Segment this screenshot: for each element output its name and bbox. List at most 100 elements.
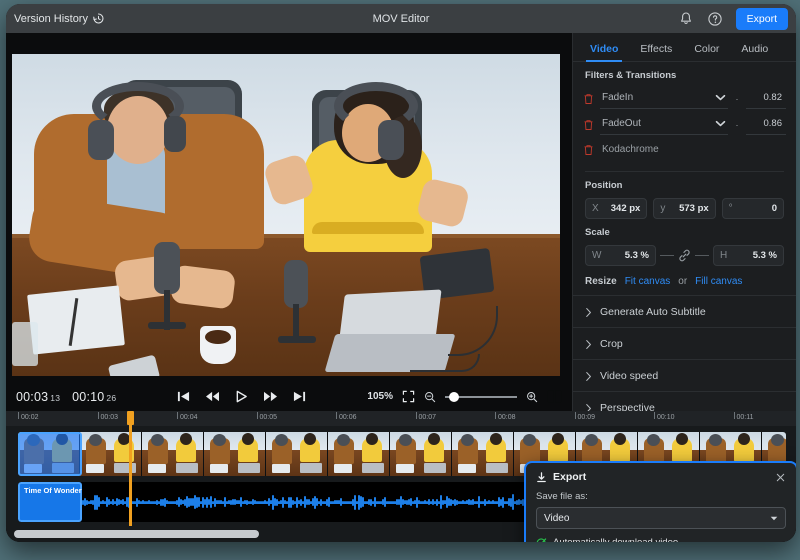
- rotation-value: 0: [737, 203, 777, 214]
- video-clip-selection[interactable]: [18, 432, 82, 476]
- export-format-select[interactable]: Video: [536, 507, 786, 529]
- accordion-label: Crop: [600, 338, 623, 350]
- filter-name: FadeIn: [602, 92, 715, 103]
- timeline-scrollbar-thumb[interactable]: [14, 530, 259, 538]
- scale-height-value: 5.3 %: [731, 250, 777, 261]
- ruler-tick: 00:06: [336, 411, 357, 426]
- transport-bar: 00:0313 00:1026: [6, 382, 572, 411]
- fill-canvas-link[interactable]: Fill canvas: [695, 276, 742, 287]
- video-preview[interactable]: [12, 54, 560, 376]
- trash-icon[interactable]: [583, 93, 594, 105]
- current-time-value: 00:03: [16, 390, 48, 404]
- rewind-icon[interactable]: [205, 390, 220, 403]
- skip-to-end-icon[interactable]: [292, 390, 307, 403]
- filter-row: FadeIn · 0.82: [573, 85, 796, 111]
- resize-row: Resize Fit canvas or Fill canvas: [573, 266, 796, 287]
- split-view-icon[interactable]: [547, 389, 562, 404]
- resize-or-label: or: [678, 276, 687, 287]
- accordion-crop[interactable]: Crop: [573, 327, 796, 359]
- total-time: 00:1026: [72, 390, 116, 404]
- save-file-as-label: Save file as:: [526, 487, 796, 502]
- fast-forward-icon[interactable]: [263, 390, 278, 403]
- checkmark-circle-icon: [536, 537, 547, 542]
- auto-download-label: Automatically download video: [553, 537, 678, 542]
- version-history-label: Version History: [14, 13, 88, 25]
- play-icon[interactable]: [234, 390, 249, 403]
- properties-panel: Video Effects Color Audio Filters & Tran…: [572, 33, 796, 411]
- accordion-generate-auto-subtitle[interactable]: Generate Auto Subtitle: [573, 295, 796, 327]
- ruler-tick: 00:07: [416, 411, 437, 426]
- trash-icon[interactable]: [583, 144, 594, 156]
- fullscreen-icon[interactable]: [402, 390, 415, 403]
- scale-width-label: W: [592, 250, 601, 261]
- chevron-right-icon: [585, 307, 592, 318]
- filter-name: FadeOut: [602, 118, 715, 129]
- scale-height-label: H: [720, 250, 727, 261]
- position-y-field[interactable]: y 573 px: [653, 198, 715, 219]
- transport-right-controls: 105%: [367, 389, 562, 404]
- ruler-tick: 00:10: [654, 411, 675, 426]
- scale-section-title: Scale: [573, 219, 796, 242]
- timeline-ruler[interactable]: 00:0200:0300:0400:0500:0600:0700:0800:09…: [6, 411, 796, 426]
- version-history-button[interactable]: Version History: [14, 12, 105, 25]
- ruler-tick: 00:05: [257, 411, 278, 426]
- ruler-tick: 00:09: [575, 411, 596, 426]
- filter-name: Kodachrome: [600, 140, 786, 160]
- skip-to-start-icon[interactable]: [176, 390, 191, 403]
- bell-icon[interactable]: [678, 11, 694, 27]
- export-dialog-title: Export: [553, 471, 769, 483]
- ruler-tick: 00:04: [177, 411, 198, 426]
- filter-select[interactable]: FadeIn: [600, 88, 728, 109]
- current-time-frames: 13: [50, 393, 60, 403]
- scale-width-field[interactable]: W 5.3 %: [585, 245, 656, 266]
- total-time-frames: 26: [106, 393, 116, 403]
- close-icon[interactable]: [775, 472, 786, 483]
- tab-audio[interactable]: Audio: [730, 39, 779, 61]
- thumbnail: [452, 432, 514, 476]
- export-button[interactable]: Export: [736, 8, 788, 30]
- thumbnail: [204, 432, 266, 476]
- chevron-right-icon: [585, 371, 592, 382]
- ruler-tick: 00:08: [495, 411, 516, 426]
- playhead[interactable]: [129, 411, 132, 526]
- filter-dot: ·: [734, 120, 740, 130]
- filter-value[interactable]: 0.86: [746, 114, 786, 135]
- accordion-video-speed[interactable]: Video speed: [573, 359, 796, 391]
- total-time-value: 00:10: [72, 390, 104, 404]
- chevron-down-icon[interactable]: [715, 120, 726, 127]
- preview-pane: 00:0313 00:1026: [6, 33, 572, 411]
- tab-effects[interactable]: Effects: [629, 39, 683, 61]
- export-format-value: Video: [544, 513, 770, 524]
- export-dialog-header: Export: [526, 463, 796, 487]
- playhead-handle[interactable]: [127, 411, 134, 425]
- rotation-label: °: [729, 203, 733, 214]
- app-window: Version History MOV Editor Export: [6, 4, 796, 542]
- fit-canvas-link[interactable]: Fit canvas: [625, 276, 671, 287]
- filter-value[interactable]: 0.82: [746, 88, 786, 109]
- resize-label: Resize: [585, 276, 617, 287]
- accordion-label: Video speed: [600, 370, 658, 382]
- position-x-field[interactable]: X 342 px: [585, 198, 647, 219]
- zoom-slider[interactable]: [445, 396, 517, 398]
- current-time: 00:0313: [16, 390, 60, 404]
- question-circle-icon[interactable]: [707, 11, 723, 27]
- video-frame-content: [12, 54, 560, 376]
- chevron-down-icon: [770, 516, 778, 521]
- trash-icon[interactable]: [583, 119, 594, 131]
- chevron-down-icon[interactable]: [715, 94, 726, 101]
- thumbnail: [328, 432, 390, 476]
- zoom-in-icon[interactable]: [526, 391, 538, 403]
- tab-color[interactable]: Color: [683, 39, 730, 61]
- rotation-field[interactable]: ° 0: [722, 198, 784, 219]
- zoom-slider-knob[interactable]: [449, 392, 459, 402]
- scale-height-field[interactable]: H 5.3 %: [713, 245, 784, 266]
- auto-download-checkbox[interactable]: Automatically download video: [526, 529, 796, 542]
- link-chain-icon[interactable]: [678, 249, 691, 262]
- scale-row: W 5.3 % H 5.3 %: [573, 242, 796, 266]
- zoom-out-icon[interactable]: [424, 391, 436, 403]
- panel-tabs: Video Effects Color Audio: [573, 33, 796, 62]
- ruler-tick: 00:02: [18, 411, 39, 426]
- tab-video[interactable]: Video: [579, 39, 629, 61]
- transport-controls: [176, 390, 307, 403]
- filter-select[interactable]: FadeOut: [600, 114, 728, 135]
